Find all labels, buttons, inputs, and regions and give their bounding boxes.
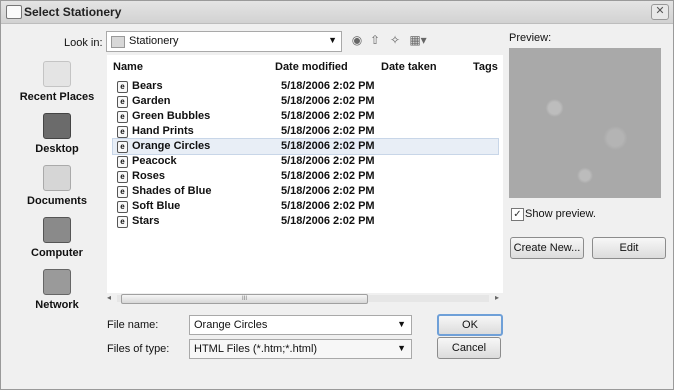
- html-file-icon: e: [117, 96, 128, 108]
- file-date: 5/18/2006 2:02 PM: [281, 95, 375, 107]
- place-network[interactable]: Network: [17, 269, 97, 311]
- scroll-left-icon[interactable]: ◂: [107, 293, 111, 302]
- place-desktop[interactable]: Desktop: [17, 113, 97, 155]
- back-icon[interactable]: ◉: [349, 32, 365, 48]
- html-file-icon: e: [117, 201, 128, 213]
- files-of-type-dropdown[interactable]: HTML Files (*.htm;*.html) ▼: [189, 339, 412, 359]
- file-date: 5/18/2006 2:02 PM: [281, 200, 375, 212]
- html-file-icon: e: [117, 126, 128, 138]
- file-list: Name Date modified Date taken Tags e Bea…: [107, 55, 503, 293]
- html-file-icon: e: [117, 171, 128, 183]
- scroll-thumb[interactable]: III: [121, 294, 368, 304]
- html-file-icon: e: [117, 141, 128, 153]
- chevron-down-icon[interactable]: ▼: [397, 319, 406, 329]
- place-label: Desktop: [35, 143, 79, 155]
- new-folder-icon[interactable]: ✧: [387, 32, 403, 48]
- html-file-icon: e: [117, 156, 128, 168]
- file-name-label: File name:: [107, 319, 159, 331]
- file-row[interactable]: e Bears 5/18/2006 2:02 PM: [113, 79, 498, 94]
- file-row-selected[interactable]: e Orange Circles 5/18/2006 2:02 PM: [112, 138, 499, 155]
- file-date: 5/18/2006 2:02 PM: [281, 155, 375, 167]
- stationery-icon: [6, 5, 22, 19]
- title-bar: Select Stationery ✕: [1, 1, 673, 24]
- desktop-icon: [43, 113, 71, 139]
- place-label: Computer: [31, 247, 83, 259]
- up-folder-icon[interactable]: ⇧: [367, 32, 383, 48]
- cancel-button[interactable]: Cancel: [437, 337, 501, 359]
- html-file-icon: e: [117, 216, 128, 228]
- file-row[interactable]: e Soft Blue 5/18/2006 2:02 PM: [113, 199, 498, 214]
- edit-button[interactable]: Edit: [592, 237, 666, 259]
- dialog-title: Select Stationery: [24, 5, 122, 19]
- file-name: Bears: [132, 80, 163, 92]
- show-preview-checkbox[interactable]: ✓: [511, 208, 524, 221]
- file-name: Hand Prints: [132, 125, 194, 137]
- chevron-down-icon: ▼: [397, 343, 406, 353]
- horizontal-scrollbar[interactable]: ◂ III ▸: [107, 293, 499, 305]
- file-date: 5/18/2006 2:02 PM: [281, 170, 375, 182]
- column-header-date-taken[interactable]: Date taken: [381, 61, 437, 73]
- create-new-button[interactable]: Create New...: [510, 237, 584, 259]
- place-recent-places[interactable]: Recent Places: [17, 61, 97, 103]
- file-row[interactable]: e Shades of Blue 5/18/2006 2:02 PM: [113, 184, 498, 199]
- file-row[interactable]: e Green Bubbles 5/18/2006 2:02 PM: [113, 109, 498, 124]
- file-name-input[interactable]: Orange Circles ▼: [189, 315, 412, 335]
- computer-icon: [43, 217, 71, 243]
- places-bar: Recent Places Desktop Documents Computer…: [17, 55, 97, 315]
- preview-image: [509, 48, 661, 198]
- files-of-type-label: Files of type:: [107, 343, 170, 355]
- file-name-value: Orange Circles: [194, 319, 268, 331]
- select-stationery-dialog: Select Stationery ✕ Look in: Stationery …: [0, 0, 674, 390]
- html-file-icon: e: [117, 186, 128, 198]
- close-button[interactable]: ✕: [651, 4, 669, 20]
- recent-places-icon: [43, 61, 71, 87]
- html-file-icon: e: [117, 81, 128, 93]
- file-name: Soft Blue: [132, 200, 181, 212]
- column-header-date-modified[interactable]: Date modified: [275, 61, 348, 73]
- stationery-folder-icon: [111, 36, 125, 48]
- chevron-down-icon: ▼: [328, 35, 337, 45]
- scroll-right-icon[interactable]: ▸: [495, 293, 499, 302]
- file-name: Green Bubbles: [132, 110, 211, 122]
- show-preview-label[interactable]: Show preview.: [525, 208, 596, 220]
- place-label: Documents: [27, 195, 87, 207]
- place-computer[interactable]: Computer: [17, 217, 97, 259]
- look-in-label: Look in:: [64, 37, 103, 49]
- file-name: Shades of Blue: [132, 185, 212, 197]
- preview-label: Preview:: [509, 32, 552, 44]
- file-row[interactable]: e Garden 5/18/2006 2:02 PM: [113, 94, 498, 109]
- file-name: Orange Circles: [132, 140, 211, 152]
- file-name: Peacock: [132, 155, 177, 167]
- file-date: 5/18/2006 2:02 PM: [281, 215, 375, 227]
- file-row[interactable]: e Stars 5/18/2006 2:02 PM: [113, 214, 498, 229]
- file-date: 5/18/2006 2:02 PM: [281, 185, 375, 197]
- file-date: 5/18/2006 2:02 PM: [281, 125, 375, 137]
- ok-button[interactable]: OK: [437, 314, 503, 336]
- documents-icon: [43, 165, 71, 191]
- file-date: 5/18/2006 2:02 PM: [281, 140, 375, 152]
- html-file-icon: e: [117, 111, 128, 123]
- network-icon: [43, 269, 71, 295]
- files-of-type-value: HTML Files (*.htm;*.html): [194, 343, 318, 355]
- look-in-value: Stationery: [129, 35, 179, 47]
- file-name: Garden: [132, 95, 171, 107]
- file-date: 5/18/2006 2:02 PM: [281, 110, 375, 122]
- file-date: 5/18/2006 2:02 PM: [281, 80, 375, 92]
- file-row[interactable]: e Roses 5/18/2006 2:02 PM: [113, 169, 498, 184]
- look-in-dropdown[interactable]: Stationery ▼: [106, 31, 342, 52]
- file-row[interactable]: e Peacock 5/18/2006 2:02 PM: [113, 154, 498, 169]
- file-row[interactable]: e Hand Prints 5/18/2006 2:02 PM: [113, 124, 498, 139]
- place-label: Recent Places: [19, 91, 95, 103]
- file-name: Stars: [132, 215, 160, 227]
- column-header-tags[interactable]: Tags: [473, 61, 498, 73]
- views-menu-icon[interactable]: ▦▾: [407, 32, 429, 48]
- column-header-name[interactable]: Name: [113, 61, 143, 73]
- place-label: Network: [35, 299, 79, 311]
- file-name: Roses: [132, 170, 166, 182]
- place-documents[interactable]: Documents: [17, 165, 97, 207]
